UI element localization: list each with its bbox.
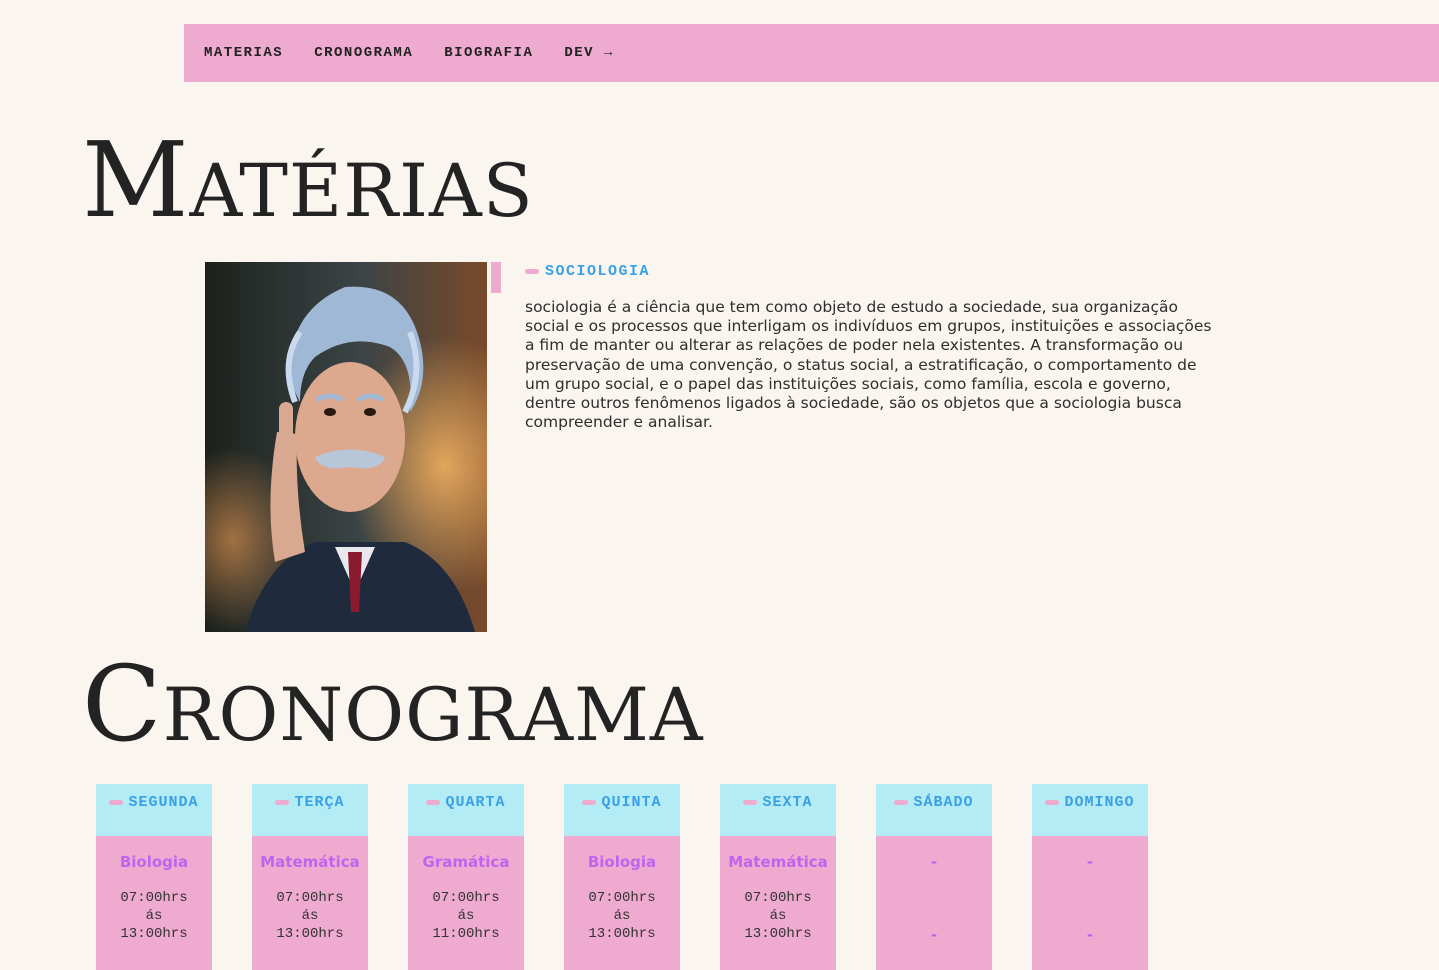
dash-marker bbox=[275, 799, 290, 805]
day-name: TERÇA bbox=[294, 793, 345, 811]
day-header: SEXTA bbox=[720, 784, 836, 836]
day-subject: - bbox=[930, 853, 938, 871]
day-header: SÁBADO bbox=[876, 784, 992, 836]
nav-link-cronograma[interactable]: CRONOGRAMA bbox=[314, 45, 413, 61]
day-header: TERÇA bbox=[252, 784, 368, 836]
day-subject: Matemática bbox=[260, 853, 360, 871]
day-header: QUARTA bbox=[408, 784, 524, 836]
day-time: 07:00hrs ás 13:00hrs bbox=[588, 890, 656, 942]
subject-description: sociologia é a ciência que tem como obje… bbox=[525, 298, 1212, 432]
subject-heading-label: SOCIOLOGIA bbox=[545, 263, 651, 280]
day-card-quarta: QUARTA Gramática 07:00hrs ás 11:00hrs bbox=[408, 784, 524, 970]
dash-marker bbox=[525, 268, 539, 274]
subject-photo bbox=[205, 262, 487, 632]
day-header: DOMINGO bbox=[1032, 784, 1148, 836]
day-subject: - bbox=[1086, 853, 1094, 871]
day-header: SEGUNDA bbox=[96, 784, 212, 836]
nav-link-materias[interactable]: MATERIAS bbox=[204, 45, 283, 61]
day-name: QUINTA bbox=[601, 793, 662, 811]
subject-heading: SOCIOLOGIA bbox=[525, 263, 650, 280]
materias-title: Matérias bbox=[82, 119, 534, 241]
day-time: 07:00hrs ás 13:00hrs bbox=[276, 890, 344, 942]
day-time: 07:00hrs ás 13:00hrs bbox=[120, 890, 188, 942]
day-time-empty: - bbox=[930, 926, 938, 944]
day-name: SÁBADO bbox=[913, 793, 974, 811]
day-card-terca: TERÇA Matemática 07:00hrs ás 13:00hrs bbox=[252, 784, 368, 970]
day-name: QUARTA bbox=[445, 793, 506, 811]
day-time: 07:00hrs ás 11:00hrs bbox=[432, 890, 500, 942]
dash-marker bbox=[426, 799, 441, 805]
day-subject: Biologia bbox=[119, 853, 189, 871]
nav-link-biografia[interactable]: BIOGRAFIA bbox=[444, 45, 533, 61]
day-card-sabado: SÁBADO - - bbox=[876, 784, 992, 970]
top-nav: MATERIAS CRONOGRAMA BIOGRAFIA DEV → bbox=[184, 24, 1439, 82]
day-card-quinta: QUINTA Biologia 07:00hrs ás 13:00hrs bbox=[564, 784, 680, 970]
day-card-domingo: DOMINGO - - bbox=[1032, 784, 1148, 970]
day-card-segunda: SEGUNDA Biologia 07:00hrs ás 13:00hrs bbox=[96, 784, 212, 970]
nav-link-dev[interactable]: DEV → bbox=[564, 45, 614, 61]
day-name: SEGUNDA bbox=[128, 793, 199, 811]
day-subject: Gramática bbox=[422, 853, 510, 871]
day-subject: Biologia bbox=[587, 853, 657, 871]
day-time-empty: - bbox=[1086, 926, 1094, 944]
day-name: SEXTA bbox=[762, 793, 813, 811]
dash-marker bbox=[1045, 799, 1060, 805]
cronograma-title: Cronograma bbox=[82, 643, 704, 765]
day-name: DOMINGO bbox=[1064, 793, 1135, 811]
subject-accent-bar bbox=[491, 262, 501, 293]
day-subject: Matemática bbox=[728, 853, 828, 871]
dash-marker bbox=[743, 799, 758, 805]
dash-marker bbox=[582, 799, 597, 805]
day-header: QUINTA bbox=[564, 784, 680, 836]
day-card-sexta: SEXTA Matemática 07:00hrs ás 13:00hrs bbox=[720, 784, 836, 970]
day-time: 07:00hrs ás 13:00hrs bbox=[744, 890, 812, 942]
dash-marker bbox=[109, 799, 124, 805]
dash-marker bbox=[894, 799, 909, 805]
